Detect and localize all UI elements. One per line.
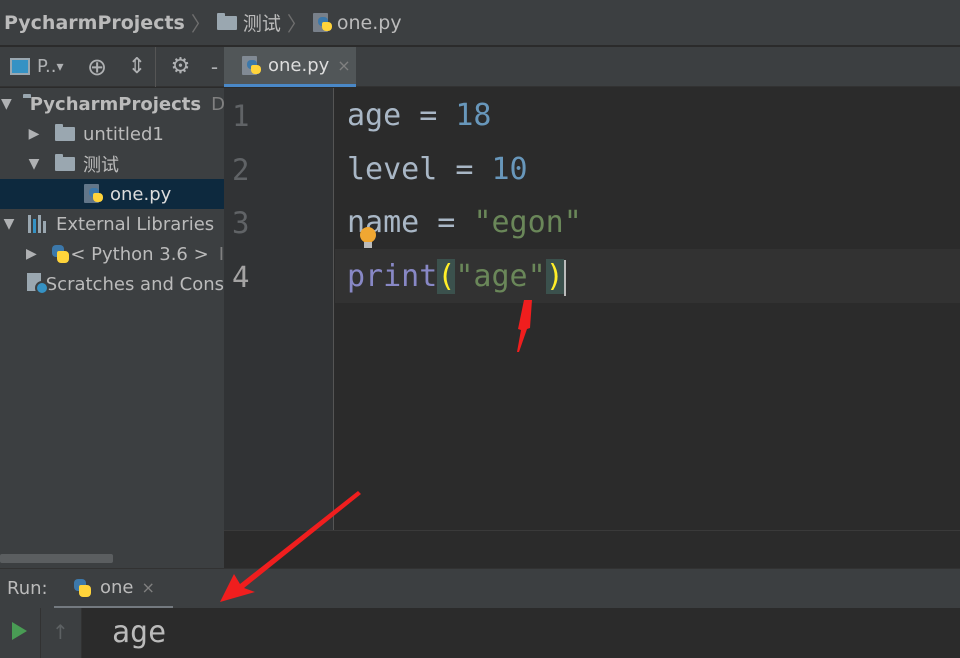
editor-bottom-area bbox=[224, 530, 960, 568]
code-line[interactable]: print("age") bbox=[347, 250, 566, 304]
text-caret bbox=[563, 259, 566, 296]
tree-item-label: PycharmProjects bbox=[29, 93, 202, 115]
crosshair-icon: ⊕ bbox=[86, 52, 108, 81]
run-toolbar: ↑ bbox=[0, 608, 82, 658]
navigation-breadcrumb: PycharmProjects 〉 测试 〉 one.py bbox=[0, 0, 960, 46]
tree-item-one-py[interactable]: one.py bbox=[0, 179, 224, 209]
editor-tab-bar: one.py × bbox=[224, 47, 960, 87]
scratches-icon bbox=[27, 273, 49, 295]
code-line[interactable]: age = 18 bbox=[347, 89, 492, 143]
tree-item-external-libraries[interactable]: ▼ External Libraries bbox=[0, 209, 224, 239]
tree-item-pycharmprojects[interactable]: ▼ PycharmProjects D bbox=[0, 89, 224, 119]
tab-label: one.py bbox=[268, 55, 330, 76]
assign-operator: = bbox=[419, 205, 474, 240]
folder-icon bbox=[216, 12, 237, 30]
tree-item-label: 测试 bbox=[83, 155, 119, 176]
up-arrow-icon[interactable]: ↑ bbox=[52, 620, 69, 644]
horizontal-scrollbar[interactable] bbox=[0, 554, 113, 563]
variable-name: level bbox=[347, 152, 438, 187]
collapsed-arrow-icon[interactable]: ▼ bbox=[1, 216, 17, 232]
close-icon[interactable]: × bbox=[337, 56, 350, 75]
folder-icon bbox=[55, 154, 75, 171]
tree-item-test-folder[interactable]: ▼ 测试 bbox=[0, 149, 224, 179]
breadcrumb-folder[interactable]: 测试 bbox=[216, 0, 281, 45]
tree-item-label: < Python 3.6 > bbox=[70, 243, 209, 265]
tree-item-label: External Libraries bbox=[56, 213, 215, 235]
line-number: 1 bbox=[232, 99, 250, 133]
python-icon bbox=[50, 244, 69, 264]
tree-item-path: D bbox=[211, 93, 224, 115]
number-literal: 18 bbox=[455, 98, 492, 133]
breadcrumb-file[interactable]: one.py bbox=[312, 0, 402, 45]
project-toolbar: P.. ▾ ⊕ ⇕ ⚙ - bbox=[0, 46, 224, 87]
python-icon bbox=[72, 578, 92, 598]
tree-item-label: Scratches and Cons bbox=[45, 273, 224, 295]
editor-gutter: 1 2 3 4 bbox=[224, 88, 334, 530]
string-literal: "egon" bbox=[473, 205, 582, 240]
python-file-icon bbox=[242, 55, 262, 76]
variable-name: name bbox=[347, 205, 420, 240]
hide-panel-button[interactable]: - bbox=[205, 47, 224, 87]
project-tree: ▼ PycharmProjects D ▶ untitled1 ▼ 测试 one… bbox=[0, 88, 224, 568]
breadcrumb-folder-label: 测试 bbox=[242, 13, 281, 35]
collapse-icon: ⇕ bbox=[127, 54, 147, 79]
breadcrumb-separator-icon: 〉 bbox=[190, 12, 211, 36]
minus-icon: - bbox=[210, 54, 219, 79]
breadcrumb-file-label: one.py bbox=[336, 11, 402, 34]
run-panel-header: Run: one × bbox=[0, 568, 960, 609]
breadcrumb-separator-icon: 〉 bbox=[286, 12, 307, 36]
assign-operator: = bbox=[401, 98, 456, 133]
code-line[interactable]: name = "egon" bbox=[347, 196, 582, 250]
collapse-all-button[interactable]: ⇕ bbox=[119, 47, 155, 87]
project-view-icon bbox=[10, 58, 30, 75]
breadcrumb-project[interactable]: PycharmProjects bbox=[4, 0, 185, 45]
tab-one-py[interactable]: one.py × bbox=[224, 47, 356, 87]
tree-item-scratches[interactable]: Scratches and Cons bbox=[0, 269, 224, 299]
collapsed-arrow-icon[interactable]: ▶ bbox=[26, 126, 42, 142]
matched-paren: ( bbox=[437, 259, 456, 294]
line-number: 2 bbox=[232, 153, 250, 187]
folder-icon bbox=[55, 124, 75, 141]
python-file-icon bbox=[84, 184, 104, 204]
expanded-arrow-icon[interactable]: ▼ bbox=[26, 156, 42, 172]
builtin-function: print bbox=[347, 259, 438, 294]
rerun-play-icon[interactable] bbox=[12, 622, 27, 640]
line-number: 3 bbox=[232, 206, 250, 240]
chevron-down-icon: ▾ bbox=[56, 58, 64, 75]
locate-file-button[interactable]: ⊕ bbox=[75, 47, 119, 87]
tree-item-untitled1[interactable]: ▶ untitled1 bbox=[0, 119, 224, 149]
console-output: age bbox=[112, 615, 167, 650]
run-panel-label: Run: bbox=[7, 578, 48, 599]
matched-paren: ) bbox=[545, 259, 564, 294]
gear-icon: ⚙ bbox=[170, 54, 191, 79]
tree-item-python-sdk[interactable]: ▶ < Python 3.6 > I bbox=[0, 239, 224, 269]
collapsed-arrow-icon[interactable]: ▶ bbox=[26, 246, 37, 262]
project-view-dropdown[interactable]: P.. ▾ bbox=[0, 47, 75, 87]
expanded-arrow-icon[interactable]: ▼ bbox=[1, 96, 12, 112]
tab-run-one[interactable]: one × bbox=[54, 569, 173, 609]
project-view-label: P.. bbox=[37, 56, 57, 77]
variable-name: age bbox=[347, 98, 402, 133]
breadcrumb-project-label: PycharmProjects bbox=[4, 11, 185, 34]
code-line[interactable]: level = 10 bbox=[347, 143, 528, 197]
lightbulb-icon[interactable] bbox=[360, 227, 376, 249]
code-editor[interactable]: age = 18 level = 10 name = "egon" print(… bbox=[335, 88, 960, 530]
python-file-icon bbox=[312, 12, 333, 33]
tree-item-label: untitled1 bbox=[83, 123, 164, 145]
tree-item-label: one.py bbox=[110, 183, 172, 205]
string-literal: "age" bbox=[455, 259, 546, 294]
number-literal: 10 bbox=[491, 152, 528, 187]
close-icon[interactable]: × bbox=[142, 578, 155, 597]
tab-label: one bbox=[100, 577, 134, 598]
assign-operator: = bbox=[437, 152, 492, 187]
line-number: 4 bbox=[232, 260, 250, 294]
project-settings-button[interactable]: ⚙ bbox=[155, 46, 205, 87]
library-icon bbox=[28, 215, 50, 233]
